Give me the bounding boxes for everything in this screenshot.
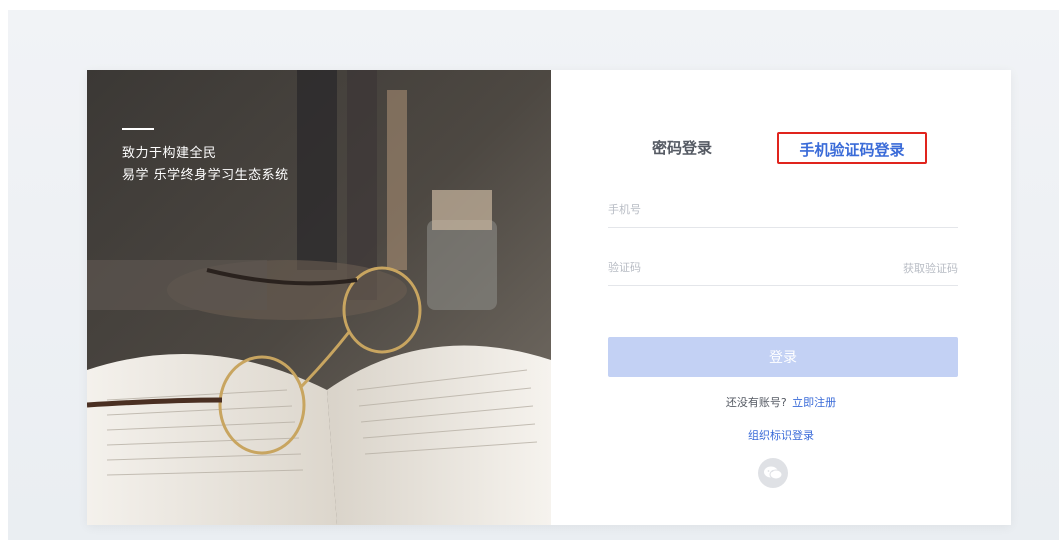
phone-field xyxy=(608,192,958,228)
no-account-text: 还没有账号? xyxy=(725,396,787,409)
verification-code-field: 获取验证码 xyxy=(608,250,958,286)
tab-sms-login[interactable]: 手机验证码登录 xyxy=(777,132,927,164)
tab-password-login[interactable]: 密码登录 xyxy=(644,132,720,164)
register-link[interactable]: 立即注册 xyxy=(792,396,836,409)
hero-slogan-line-2: 易学 乐学终身学习生态系统 xyxy=(122,168,289,183)
register-row: 还没有账号? 立即注册 xyxy=(551,394,1011,410)
login-form-panel: 密码登录 手机验证码登录 获取验证码 登录 还没有账号? 立即注册 组织标识登录 xyxy=(551,70,1011,525)
hero-slogan-line-1: 致力于构建全民 xyxy=(122,146,217,161)
wechat-icon[interactable] xyxy=(758,458,788,488)
login-card: 致力于构建全民 易学 乐学终身学习生态系统 密码登录 手机验证码登录 获取验证码… xyxy=(87,70,1011,525)
org-login-link[interactable]: 组织标识登录 xyxy=(551,427,1011,443)
wechat-glyph xyxy=(764,466,783,480)
phone-input[interactable] xyxy=(608,192,958,226)
hero-divider xyxy=(122,128,154,130)
hero-image: 致力于构建全民 易学 乐学终身学习生态系统 xyxy=(87,70,551,525)
book-glasses-illustration xyxy=(87,70,551,525)
login-button[interactable]: 登录 xyxy=(608,337,958,377)
get-code-button[interactable]: 获取验证码 xyxy=(903,260,958,276)
